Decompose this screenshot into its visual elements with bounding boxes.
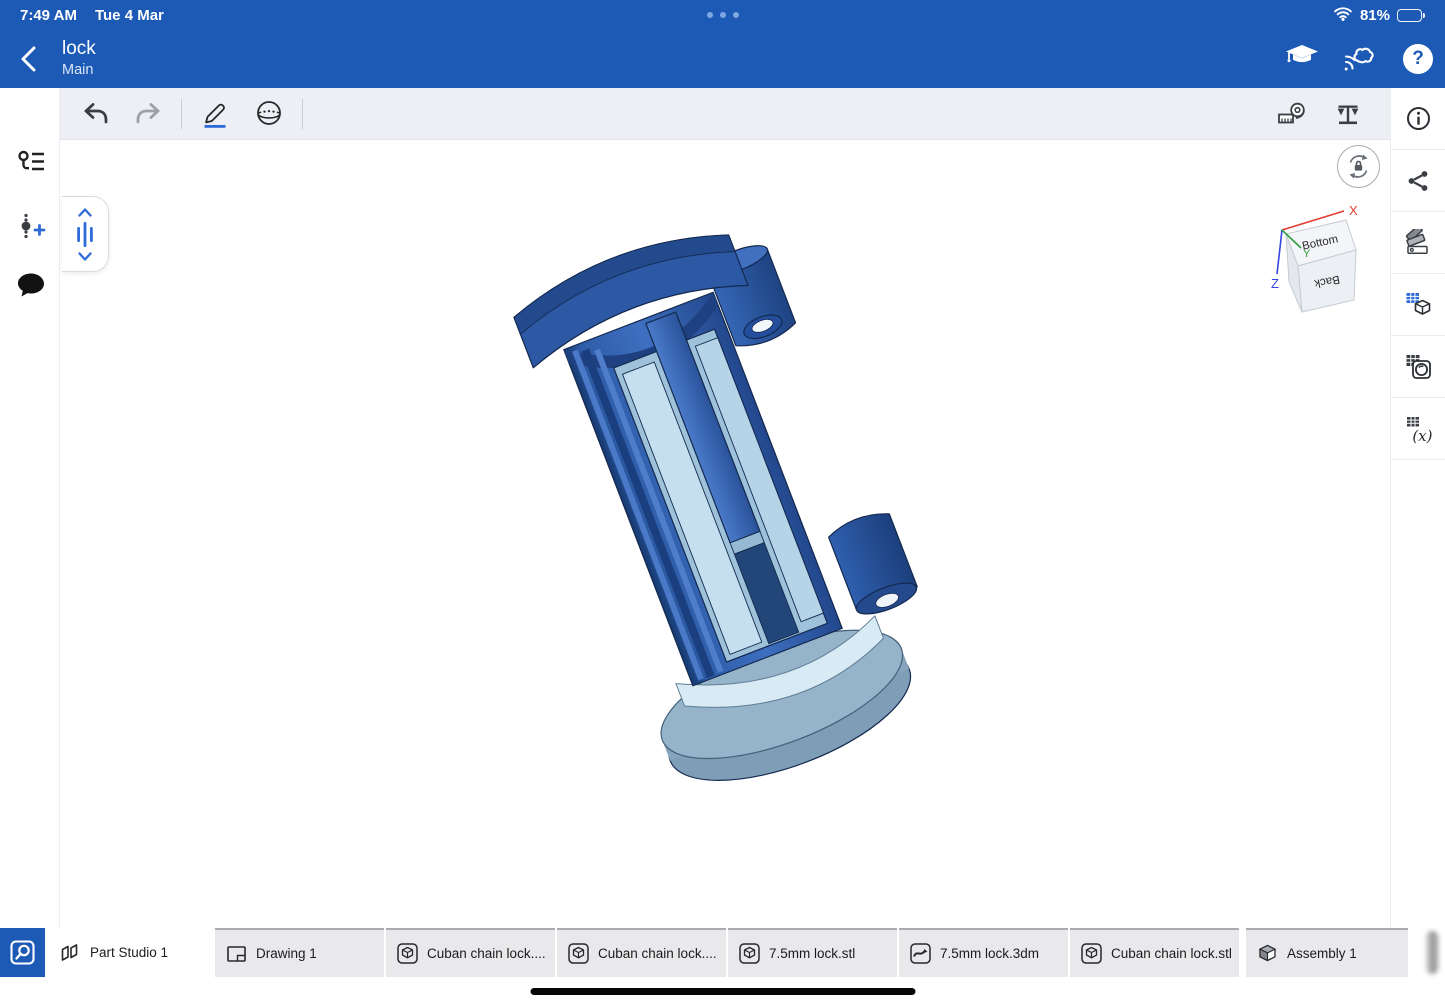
- wifi-icon: [1333, 6, 1353, 25]
- tab-label: Drawing 1: [256, 946, 317, 961]
- document-toolbar: [60, 88, 1390, 140]
- measure-icon[interactable]: [1272, 94, 1312, 134]
- toolbar-separator: [181, 99, 182, 129]
- chevron-up-icon[interactable]: [78, 208, 92, 217]
- tab-label: Cuban chain lock.stl: [1111, 946, 1232, 961]
- share-icon[interactable]: [1391, 150, 1445, 212]
- z-axis-label: Z: [1271, 276, 1279, 291]
- undo-icon[interactable]: [76, 94, 116, 134]
- imported-cube-icon: [567, 942, 590, 965]
- status-bar: 7:49 AM Tue 4 Mar 81%: [0, 0, 1445, 30]
- part-studio-icon: [59, 942, 82, 964]
- nav-bar: lock Main ?: [0, 30, 1445, 88]
- sphere-tool-icon[interactable]: [249, 94, 289, 134]
- drawing-icon: [225, 943, 248, 965]
- tab-75mm-lock-stl[interactable]: 7.5mm lock.stl: [728, 928, 897, 977]
- battery-icon: [1397, 9, 1425, 22]
- tab-75mm-lock-3dm[interactable]: 7.5mm lock.3dm: [899, 928, 1068, 977]
- tab-drawing[interactable]: Drawing 1: [215, 928, 384, 977]
- lock-3d-model[interactable]: [60, 140, 1390, 928]
- help-icon[interactable]: ?: [1403, 44, 1433, 74]
- add-feature-icon[interactable]: [14, 210, 48, 244]
- info-icon[interactable]: [1391, 88, 1445, 150]
- tab-label: 7.5mm lock.3dm: [940, 946, 1039, 961]
- tab-cuban-chain-lock-2[interactable]: Cuban chain lock....: [557, 928, 726, 977]
- tab-scroll-hint: [1425, 931, 1439, 974]
- view-cube[interactable]: X Z Y Bottom Back: [1258, 196, 1378, 326]
- feature-panel-flyout[interactable]: [62, 196, 109, 272]
- model-canvas[interactable]: X Z Y Bottom Back: [60, 140, 1390, 928]
- x-axis-label: X: [1349, 203, 1358, 218]
- multitask-dots-icon: [707, 12, 739, 18]
- mass-properties-icon[interactable]: [1328, 94, 1368, 134]
- search-tabs-icon: [9, 939, 36, 966]
- tab-label: Cuban chain lock....: [427, 946, 546, 961]
- document-tab-bar: Part Studio 1 Drawing 1 Cuban chain lock…: [0, 928, 1445, 977]
- imported-cube-icon: [396, 942, 419, 965]
- follow-mode-icon[interactable]: [1343, 42, 1379, 77]
- clock: 7:49 AM: [20, 7, 77, 24]
- toolbar-separator: [302, 99, 303, 129]
- comments-icon[interactable]: [14, 268, 48, 302]
- learning-center-icon[interactable]: [1285, 43, 1319, 76]
- tab-label: Part Studio 1: [90, 945, 168, 960]
- appearance-icon[interactable]: [1391, 212, 1445, 274]
- configurations-icon[interactable]: [1391, 274, 1445, 336]
- tab-label: Assembly 1: [1287, 946, 1357, 961]
- assembly-icon: [1256, 943, 1279, 964]
- surface-file-icon: [909, 942, 932, 965]
- imported-cube-icon: [738, 942, 761, 965]
- panel-resize-icon: [74, 221, 96, 248]
- tab-label: 7.5mm lock.stl: [769, 946, 855, 961]
- tab-assembly[interactable]: Assembly 1: [1246, 928, 1408, 977]
- home-indicator[interactable]: [530, 988, 915, 995]
- rotation-lock-button[interactable]: [1337, 145, 1380, 188]
- feature-list-icon[interactable]: [14, 146, 48, 180]
- variables-icon[interactable]: (x): [1391, 398, 1445, 460]
- right-sidebar: (x): [1390, 88, 1445, 928]
- onshape-app: 7:49 AM Tue 4 Mar 81% lock M: [0, 0, 1445, 1004]
- custom-tables-icon[interactable]: [1391, 336, 1445, 398]
- search-tabs-button[interactable]: [0, 928, 45, 977]
- tab-cuban-chain-lock-stl[interactable]: Cuban chain lock.stl: [1070, 928, 1239, 977]
- rotation-lock-icon: [1345, 153, 1372, 180]
- tab-label: Cuban chain lock....: [598, 946, 717, 961]
- sketch-pencil-icon[interactable]: [195, 94, 235, 134]
- back-button[interactable]: [14, 44, 44, 74]
- tab-cuban-chain-lock-1[interactable]: Cuban chain lock....: [386, 928, 555, 977]
- left-sidebar: [0, 88, 60, 928]
- date: Tue 4 Mar: [95, 7, 164, 24]
- z-axis: [1277, 230, 1282, 274]
- battery-percent: 81%: [1360, 7, 1390, 24]
- document-title: lock: [62, 38, 96, 60]
- redo-icon[interactable]: [128, 94, 168, 134]
- workspace-name: Main: [62, 61, 93, 79]
- tab-part-studio[interactable]: Part Studio 1: [45, 928, 213, 977]
- imported-cube-icon: [1080, 942, 1103, 965]
- chevron-down-icon[interactable]: [78, 252, 92, 261]
